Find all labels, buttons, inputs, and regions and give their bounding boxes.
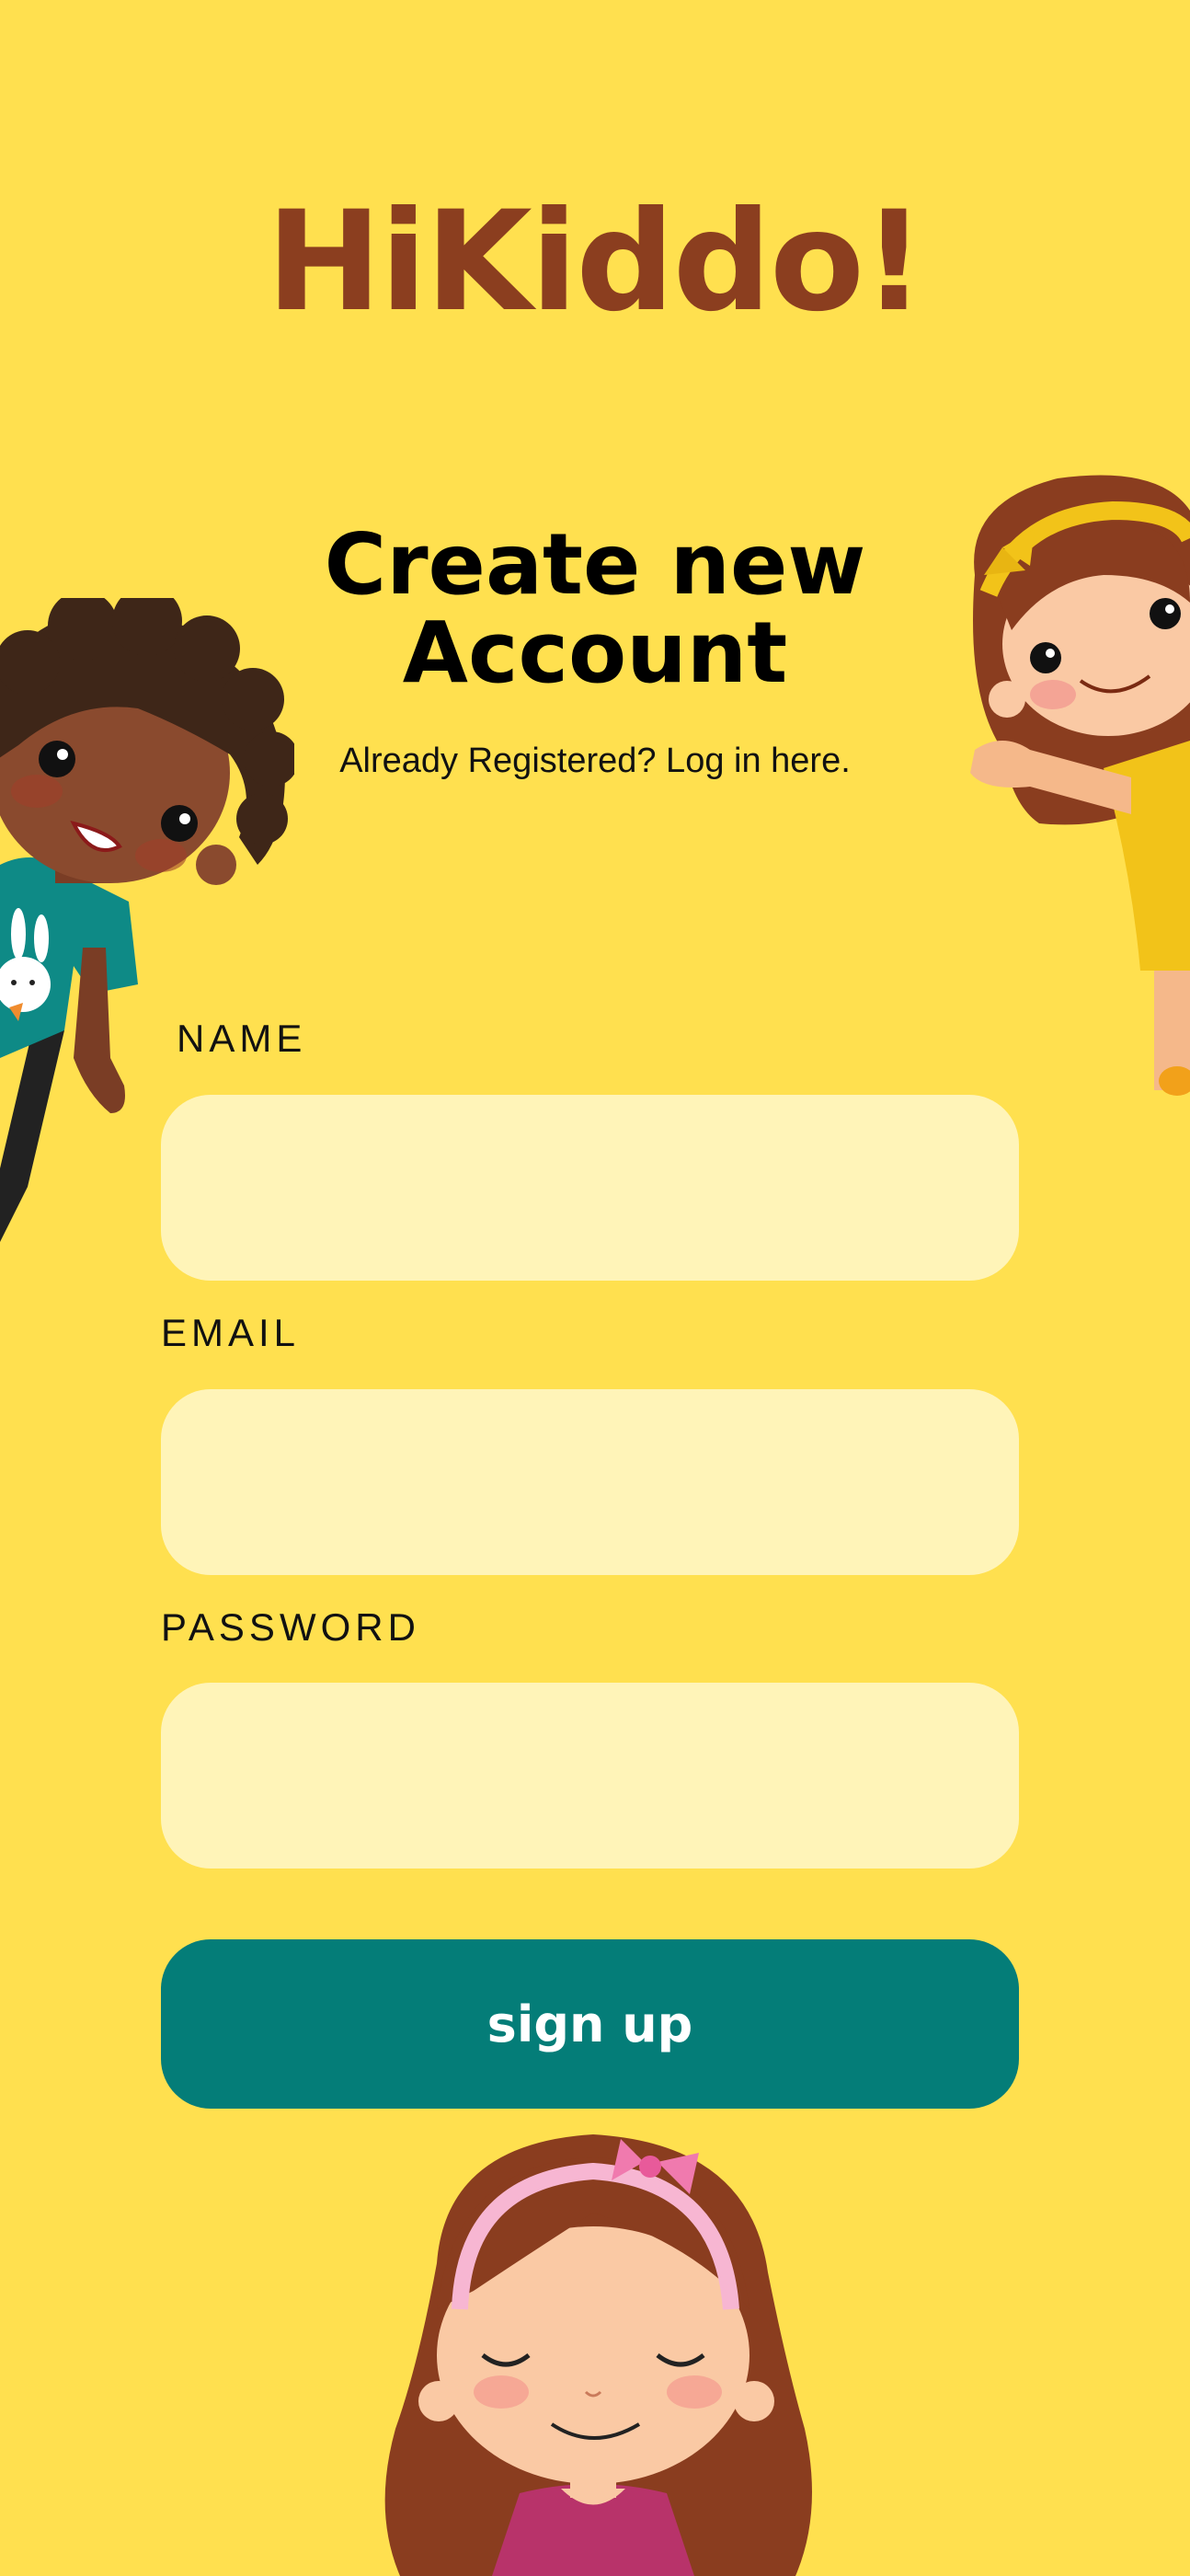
- email-label: EMAIL: [161, 1311, 301, 1354]
- brand-logo: HiKiddo!: [266, 182, 926, 342]
- girl-smiling-illustration: [384, 2134, 812, 2576]
- name-label: NAME: [177, 1017, 307, 1060]
- page-title: Create new Account: [324, 515, 866, 702]
- sign-up-button[interactable]: sign up: [161, 1939, 1019, 2109]
- password-input[interactable]: [161, 1683, 1019, 1869]
- email-input[interactable]: [161, 1389, 1019, 1575]
- signup-screen: HiKiddo! Create new Account Already Regi…: [0, 0, 1190, 2576]
- login-link-text[interactable]: Already Registered? Log in here.: [339, 742, 851, 780]
- login-link[interactable]: Already Registered? Log in here.: [227, 742, 963, 781]
- name-input[interactable]: [161, 1095, 1019, 1281]
- password-label: PASSWORD: [161, 1605, 420, 1649]
- girl-waving-illustration: [970, 475, 1190, 1096]
